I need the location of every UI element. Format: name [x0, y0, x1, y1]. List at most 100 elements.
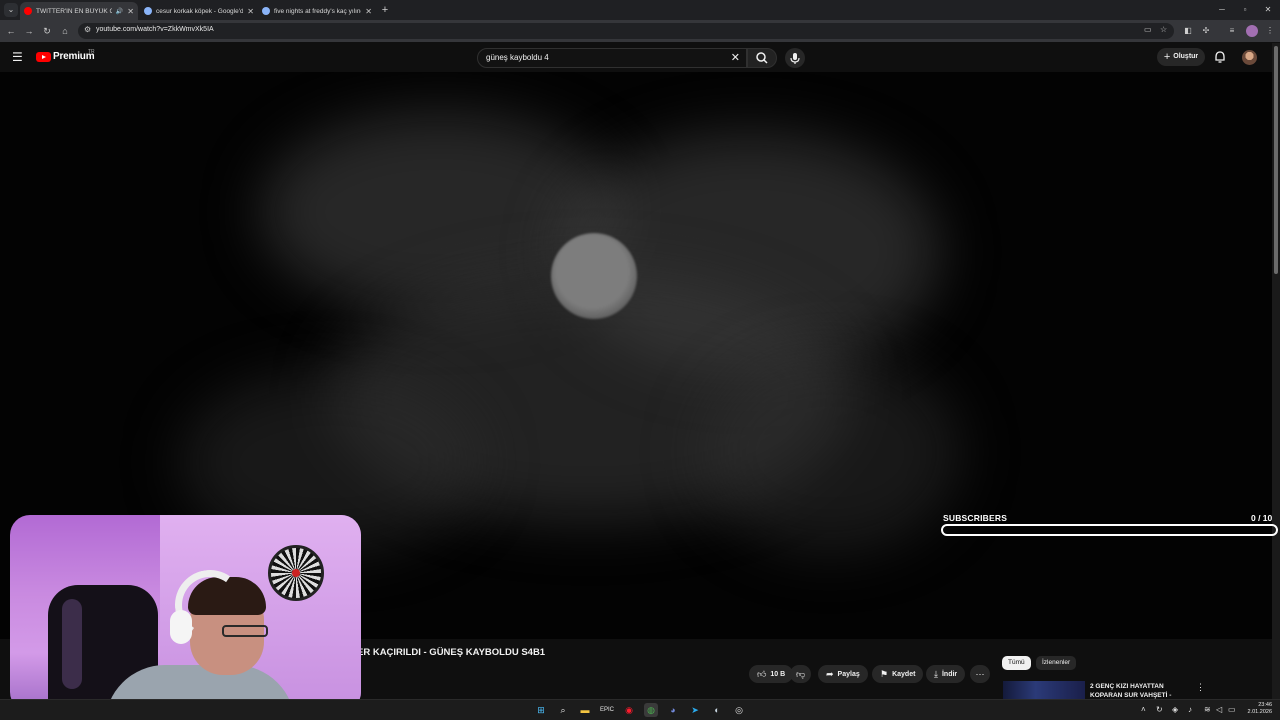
tray-microphone-icon[interactable]: ♪	[1188, 705, 1192, 714]
save-label: Kaydet	[892, 670, 916, 678]
cast-icon[interactable]: ▭	[1144, 25, 1152, 34]
discord-icon[interactable]: ◕	[666, 703, 680, 717]
tray-sync-icon[interactable]: ↻	[1156, 705, 1163, 714]
tab-groups-icon[interactable]: ≡	[1226, 25, 1238, 37]
page-scrollbar-thumb[interactable]	[1274, 46, 1278, 274]
subscribers-goal-bar	[941, 524, 1278, 536]
share-label: Paylaş	[837, 670, 860, 678]
recommended-video-thumbnail[interactable]	[1003, 681, 1085, 699]
chip-all[interactable]: Tümü	[1002, 656, 1031, 670]
google-favicon-icon	[262, 7, 270, 15]
recommended-more-icon[interactable]: ⋮	[1196, 682, 1205, 693]
subscribers-goal-label: SUBSCRIBERS	[943, 513, 1008, 523]
youtube-favicon-icon	[24, 7, 32, 15]
microphone-icon	[790, 53, 800, 64]
tab-title: cesur korkak köpek - Google'd	[156, 7, 244, 15]
create-label: Oluştur	[1173, 53, 1199, 60]
account-avatar[interactable]	[1242, 50, 1257, 65]
extensions-puzzle-icon[interactable]: ✣	[1200, 25, 1212, 37]
tab-google-search-1[interactable]: cesur korkak köpek - Google'd ✕	[140, 2, 258, 20]
create-button[interactable]: + Oluştur	[1157, 48, 1205, 66]
system-clock[interactable]: 23:46 2.01.2026	[1242, 702, 1272, 716]
epic-games-icon[interactable]: EPIC	[600, 703, 614, 717]
bookmark-icon: ⚑	[880, 668, 889, 679]
opera-gx-icon[interactable]: ◉	[622, 703, 636, 717]
address-bar[interactable]: ⚙ youtube.com/watch?v=ZkkWmvXk5IA ▭ ☆	[78, 23, 1174, 39]
maximize-button[interactable]: ▫	[1238, 3, 1252, 17]
chrome-icon[interactable]: ◍	[644, 703, 658, 717]
search-input[interactable]: güneş kayboldu 4 ✕	[477, 48, 747, 68]
share-button[interactable]: ➦ Paylaş	[818, 665, 868, 683]
webcam-chair-highlight	[62, 599, 82, 689]
tray-security-icon[interactable]: ◈	[1172, 705, 1178, 714]
site-info-icon[interactable]: ⚙	[84, 25, 91, 34]
clock-date: 2.01.2026	[1247, 709, 1272, 715]
taskbar-search-icon[interactable]: ⌕	[556, 703, 570, 717]
file-explorer-icon[interactable]: ▬	[578, 703, 592, 717]
browser-profile-avatar[interactable]	[1246, 25, 1258, 37]
video-moon	[551, 233, 637, 319]
volume-icon[interactable]: ◁	[1216, 705, 1222, 714]
download-icon: ⤓	[934, 668, 938, 679]
minimize-button[interactable]: ─	[1215, 3, 1229, 17]
youtube-logo-icon[interactable]	[36, 52, 51, 62]
search-icon	[756, 52, 768, 64]
more-horizontal-icon: ⋯	[975, 668, 985, 679]
search-button[interactable]	[747, 48, 777, 68]
tab-title: TWITTER'IN EN BÜYÜK GİZ	[36, 7, 112, 15]
close-tab-icon[interactable]: ✕	[127, 7, 134, 16]
voice-search-button[interactable]	[785, 48, 805, 68]
tab-google-search-2[interactable]: five nights at freddy's kaç yılınd ✕	[258, 2, 376, 20]
dislike-button[interactable]: 👎︎	[790, 665, 812, 683]
youtube-header: ☰ Premium TR güneş kayboldu 4 ✕ + Oluştu…	[0, 43, 1272, 72]
webcam-dartboard-bullseye	[292, 569, 300, 577]
home-icon[interactable]: ⌂	[58, 24, 72, 38]
battery-icon[interactable]: ▭	[1228, 705, 1236, 714]
close-window-button[interactable]: ✕	[1261, 3, 1275, 17]
download-label: İndir	[941, 670, 958, 678]
webcam-glasses	[222, 625, 268, 637]
browser-toolbar: ← → ↻ ⌂ ⚙ youtube.com/watch?v=ZkkWmvXk5I…	[0, 20, 1280, 42]
webcam-overlay	[10, 515, 361, 712]
notifications-bell-icon[interactable]	[1213, 50, 1227, 64]
bookmark-star-icon[interactable]: ☆	[1160, 25, 1167, 34]
video-title: ER KAÇIRILDI - GÜNEŞ KAYBOLDU S4B1	[357, 647, 546, 658]
recommended-video-title[interactable]: 2 GENÇ KIZI HAYATTAN KOPARAN SUR VAHŞETİ…	[1090, 682, 1190, 700]
like-button[interactable]: 👍︎ 10 B	[749, 665, 794, 683]
close-tab-icon[interactable]: ✕	[247, 7, 254, 16]
extension-translate-icon[interactable]: ◧	[1182, 25, 1194, 37]
windows-start-icon[interactable]: ⊞	[534, 703, 548, 717]
clear-search-icon[interactable]: ✕	[731, 51, 740, 64]
reload-icon[interactable]: ↻	[40, 24, 54, 38]
chip-watched[interactable]: İzlenenler	[1036, 656, 1077, 670]
search-query-text[interactable]: güneş kayboldu 4	[486, 53, 549, 62]
speaker-icon[interactable]: 🔊	[116, 8, 123, 15]
tab-title: five nights at freddy's kaç yılınd	[274, 7, 362, 15]
forward-icon[interactable]: →	[22, 24, 36, 38]
video-cloud	[700, 352, 960, 552]
browser-menu-icon[interactable]: ⋮	[1264, 25, 1276, 37]
like-count: 10 B	[770, 670, 786, 678]
telegram-icon[interactable]: ➤	[688, 703, 702, 717]
share-arrow-icon: ➦	[826, 668, 834, 679]
steam-icon[interactable]: ◐	[710, 703, 724, 717]
tray-overflow-chevron-icon[interactable]: ˄	[1141, 705, 1146, 714]
plus-icon: +	[1163, 51, 1171, 63]
google-favicon-icon	[144, 7, 152, 15]
download-button[interactable]: ⤓ İndir	[926, 665, 966, 683]
save-button[interactable]: ⚑ Kaydet	[872, 665, 924, 683]
menu-hamburger-icon[interactable]: ☰	[12, 51, 23, 63]
subscribers-goal-count: 0 / 10	[1251, 513, 1273, 523]
new-tab-button[interactable]: +	[378, 3, 392, 17]
close-tab-icon[interactable]: ✕	[365, 7, 372, 16]
thumbs-down-icon: 👎︎	[796, 668, 806, 679]
wifi-icon[interactable]: ≋	[1204, 705, 1211, 714]
obs-icon[interactable]: ◎	[732, 703, 746, 717]
url-text: youtube.com/watch?v=ZkkWmvXk5IA	[96, 26, 214, 33]
tab-youtube[interactable]: TWITTER'IN EN BÜYÜK GİZ 🔊 ✕	[20, 2, 138, 20]
tab-search-button[interactable]: ⌄	[4, 3, 18, 17]
back-icon[interactable]: ←	[4, 24, 18, 38]
webcam-headphone-cup	[170, 610, 192, 644]
country-code: TR	[88, 49, 95, 55]
more-actions-button[interactable]: ⋯	[970, 665, 990, 683]
